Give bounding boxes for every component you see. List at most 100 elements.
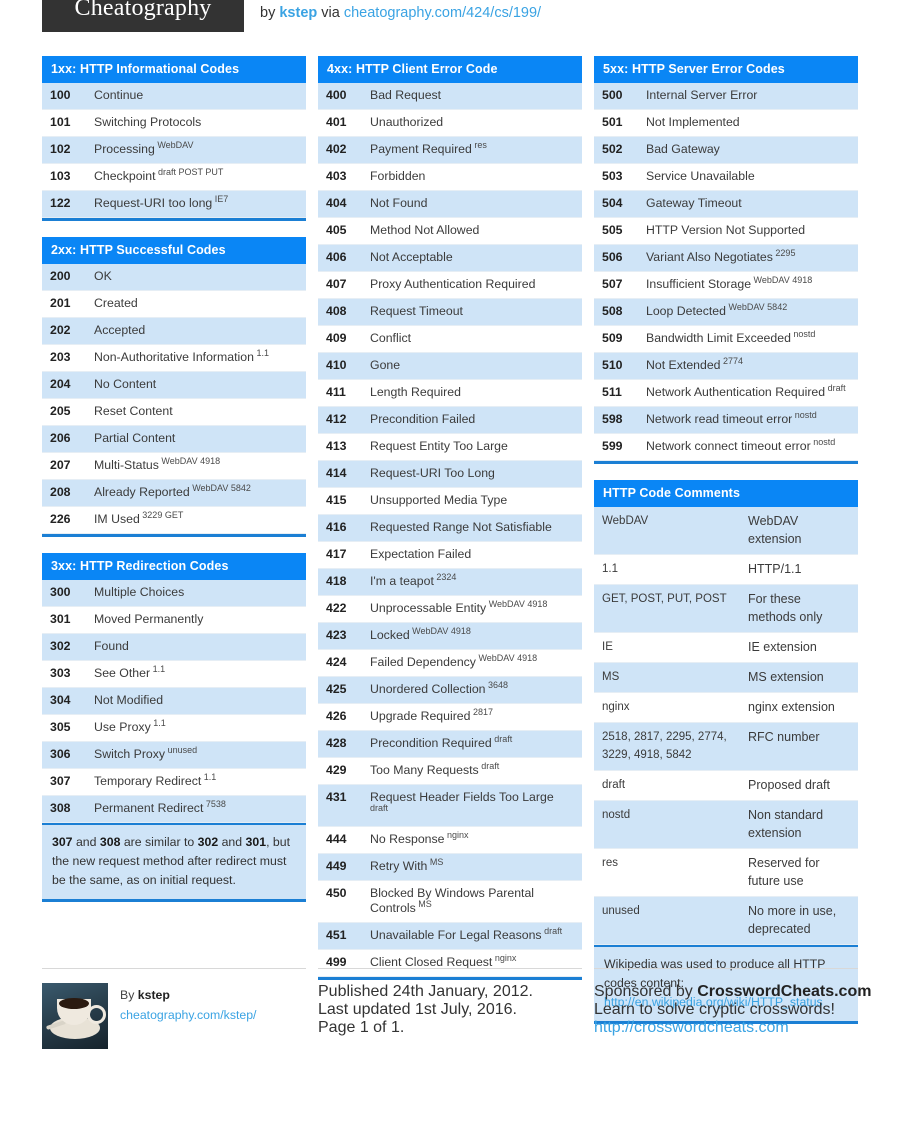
- column-middle: 4xx: HTTP Client Error Code 400 Bad Reque…: [318, 56, 582, 996]
- status-code: 403: [326, 169, 347, 183]
- rows-server-error: 500 Internal Server Error 501 Not Implement…: [594, 83, 858, 461]
- status-code: 407: [326, 277, 347, 291]
- table-row: 451 Unavailable For Legal Reasons draft: [318, 923, 582, 950]
- status-annotation: WebDAV: [154, 139, 194, 150]
- status-code: 226: [50, 512, 71, 526]
- footer-divider-right: [594, 968, 858, 969]
- status-code: 413: [326, 439, 347, 453]
- table-row: 444 No Response nginx: [318, 827, 582, 854]
- status-code: 450: [326, 886, 347, 900]
- status-description: Not Extended 2774: [646, 355, 744, 372]
- comment-row: GET, POST, PUT, POST For these methods on…: [594, 585, 858, 633]
- status-code: 207: [50, 458, 71, 472]
- status-code: 409: [326, 331, 347, 345]
- status-description: See Other 1.1: [94, 663, 166, 680]
- status-code: 303: [50, 666, 71, 680]
- comment-row: res Reserved for future use: [594, 849, 858, 897]
- status-description: Conflict: [370, 331, 412, 345]
- card-redirection: 3xx: HTTP Redirection Codes 300 Multiple …: [42, 553, 306, 902]
- table-row: 100 Continue: [42, 83, 306, 110]
- status-annotation: nginx: [444, 829, 469, 840]
- table-row: 406 Not Acceptable: [318, 245, 582, 272]
- table-row: 508 Loop Detected WebDAV 5842: [594, 299, 858, 326]
- status-description: Switching Protocols: [94, 115, 202, 129]
- table-row: 306 Switch Proxy unused: [42, 742, 306, 769]
- table-row: 428 Precondition Required draft: [318, 731, 582, 758]
- status-annotation: 1.1: [253, 347, 269, 358]
- footer-divider-middle: [318, 968, 582, 969]
- table-row: 503 Service Unavailable: [594, 164, 858, 191]
- table-row: 509 Bandwidth Limit Exceeded nostd: [594, 326, 858, 353]
- status-annotation: 2817: [470, 706, 494, 717]
- byline-via: via: [321, 5, 340, 21]
- status-description: Gone: [370, 358, 401, 372]
- status-description: Payment Required res: [370, 139, 487, 156]
- footer-author-url[interactable]: cheatography.com/kstep/: [120, 1008, 256, 1022]
- table-row: 501 Not Implemented: [594, 110, 858, 137]
- footer-published: Published 24th January, 2012.: [318, 983, 533, 1000]
- table-row: 404 Not Found: [318, 191, 582, 218]
- status-description: Proxy Authentication Required: [370, 277, 536, 291]
- footer-updated: Last updated 1st July, 2016.: [318, 1001, 517, 1018]
- status-annotation: WebDAV 5842: [189, 482, 251, 493]
- footer-author: By kstep cheatography.com/kstep/: [42, 968, 306, 1049]
- status-code: 301: [50, 612, 71, 626]
- table-row: 411 Length Required: [318, 380, 582, 407]
- status-annotation: MS: [415, 898, 432, 909]
- footer-sponsor-url[interactable]: http://crosswordcheats.com: [594, 1019, 789, 1036]
- status-description: Upgrade Required 2817: [370, 706, 494, 723]
- note-code: 307: [52, 835, 73, 849]
- comment-value: Reserved for future use: [748, 856, 820, 888]
- status-code: 431: [326, 790, 347, 804]
- status-description: Service Unavailable: [646, 169, 755, 183]
- table-row: 510 Not Extended 2774: [594, 353, 858, 380]
- status-code: 449: [326, 859, 347, 873]
- status-annotation: res: [471, 139, 487, 150]
- cheatography-logo: Cheatography: [42, 0, 244, 32]
- status-description: Expectation Failed: [370, 547, 472, 561]
- comment-value: IE extension: [748, 640, 817, 654]
- status-code: 418: [326, 574, 347, 588]
- status-annotation: 1.1: [150, 717, 166, 728]
- status-description: Insufficient Storage WebDAV 4918: [646, 274, 813, 291]
- status-code: 505: [602, 223, 623, 237]
- footer-by-prefix: By: [120, 988, 135, 1002]
- status-code: 511: [602, 385, 622, 399]
- status-code: 201: [50, 296, 71, 310]
- table-row: 418 I'm a teapot 2324: [318, 569, 582, 596]
- card-title-informational: 1xx: HTTP Informational Codes: [42, 56, 306, 83]
- table-row: 425 Unordered Collection 3648: [318, 677, 582, 704]
- table-row: 403 Forbidden: [318, 164, 582, 191]
- comment-key: GET, POST, PUT, POST: [602, 593, 727, 605]
- table-row: 450 Blocked By Windows Parental Controls …: [318, 881, 582, 923]
- comment-row: 2518, 2817, 2295, 2774, 3229, 4918, 5842…: [594, 723, 858, 771]
- status-annotation: WebDAV 4918: [475, 652, 538, 663]
- status-description: Bad Gateway: [646, 142, 720, 156]
- card-title-server-error: 5xx: HTTP Server Error Codes: [594, 56, 858, 83]
- table-row: 302 Found: [42, 634, 306, 661]
- status-annotation: unused: [165, 744, 198, 755]
- status-code: 404: [326, 196, 347, 210]
- table-row: 599 Network connect timeout error nostd: [594, 434, 858, 461]
- status-description: Unsupported Media Type: [370, 493, 508, 507]
- rows-client-error: 400 Bad Request 401 Unauthorized 402 Payment …: [318, 83, 582, 977]
- comment-value: MS extension: [748, 670, 824, 684]
- author-link[interactable]: kstep: [279, 5, 317, 21]
- status-description: Locked WebDAV 4918: [370, 625, 471, 642]
- table-row: 416 Requested Range Not Satisfiable: [318, 515, 582, 542]
- table-row: 303 See Other 1.1: [42, 661, 306, 688]
- cheatsheet-url-link[interactable]: cheatography.com/424/cs/199/: [344, 5, 541, 21]
- comment-value: For these methods only: [748, 592, 823, 624]
- comment-row: IE IE extension: [594, 633, 858, 663]
- status-annotation: draft: [541, 925, 563, 936]
- status-code: 598: [602, 412, 623, 426]
- status-description: No Response nginx: [370, 829, 469, 846]
- status-description: Request Timeout: [370, 304, 463, 318]
- status-code: 102: [50, 142, 71, 156]
- table-row: 201 Created: [42, 291, 306, 318]
- page-header: Cheatography by kstep via cheatography.c…: [0, 0, 904, 46]
- status-annotation: draft POST PUT: [155, 166, 224, 177]
- status-description: Not Modified: [94, 693, 164, 707]
- status-annotation: WebDAV 4918: [751, 274, 813, 285]
- note-code: 301: [245, 835, 267, 849]
